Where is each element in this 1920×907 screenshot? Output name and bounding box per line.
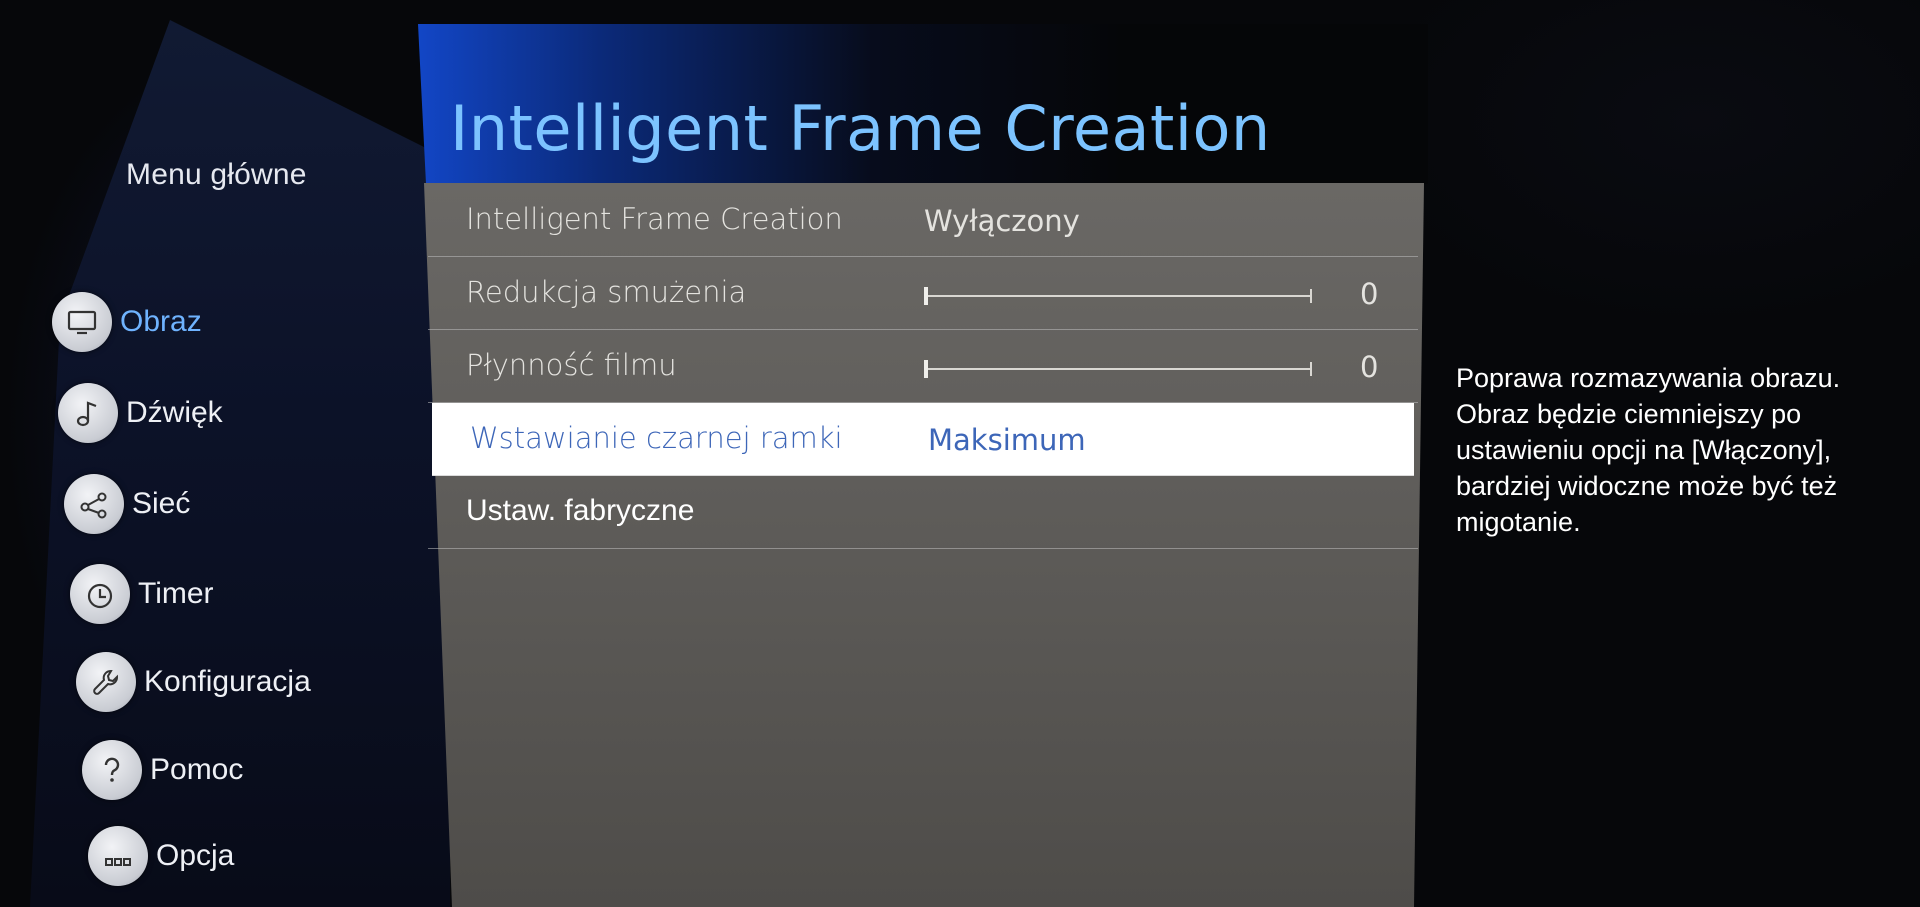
question-icon (82, 740, 142, 800)
clock-icon (70, 564, 130, 624)
wrench-icon (76, 652, 136, 712)
dots-icon (88, 826, 148, 886)
film-smoothness-slider[interactable] (924, 360, 1312, 378)
sidebar-item-label: Obraz (120, 305, 202, 338)
page-title: Intelligent Frame Creation (450, 92, 1271, 165)
help-text: Poprawa rozmazywania obrazu. Obraz będzi… (1456, 363, 1841, 537)
setting-row-blur-reduction[interactable]: Redukcja smużenia 0 (428, 257, 1418, 330)
sidebar-item-timer[interactable]: Timer (70, 564, 214, 624)
setting-label: Płynność filmu (466, 348, 677, 382)
setting-value: 0 (1360, 350, 1379, 384)
setting-row-ifc[interactable]: Intelligent Frame Creation Wyłączony (428, 184, 1418, 257)
sidebar-item-siec[interactable]: Sieć (64, 474, 190, 534)
sidebar-item-label: Konfiguracja (144, 665, 311, 698)
setting-row-black-frame-insertion[interactable]: Wstawianie czarnej ramki Maksimum (432, 403, 1414, 476)
menu-title: Menu główne (126, 158, 307, 191)
sidebar-item-label: Dźwięk (126, 396, 223, 429)
sidebar-item-opcja[interactable]: Opcja (88, 826, 234, 886)
share-network-icon (64, 474, 124, 534)
sidebar-item-pomoc[interactable]: Pomoc (82, 740, 243, 800)
sidebar-item-label: Timer (138, 577, 214, 610)
setting-value: Wyłączony (924, 204, 1080, 238)
setting-label: Wstawianie czarnej ramki (470, 421, 843, 455)
setting-value: Maksimum (928, 423, 1086, 457)
blur-reduction-slider[interactable] (924, 287, 1312, 305)
setting-row-factory-reset[interactable]: Ustaw. fabryczne (428, 476, 1418, 549)
setting-label: Ustaw. fabryczne (466, 494, 695, 527)
music-note-icon (58, 383, 118, 443)
setting-label: Redukcja smużenia (466, 275, 747, 309)
sidebar-item-label: Opcja (156, 839, 235, 872)
setting-value: 0 (1360, 277, 1379, 311)
sidebar-item-obraz[interactable]: Obraz (52, 292, 202, 352)
tv-icon (52, 292, 112, 352)
slider-thumb[interactable] (924, 360, 928, 378)
slider-thumb[interactable] (924, 287, 928, 305)
setting-label: Intelligent Frame Creation (466, 202, 843, 236)
sidebar-item-dzwiek[interactable]: Dźwięk (58, 383, 223, 443)
sidebar-item-label: Sieć (132, 487, 191, 520)
setting-row-film-smoothness[interactable]: Płynność filmu 0 (428, 330, 1418, 403)
sidebar-item-konfiguracja[interactable]: Konfiguracja (76, 652, 311, 712)
sidebar-item-label: Pomoc (150, 753, 244, 786)
